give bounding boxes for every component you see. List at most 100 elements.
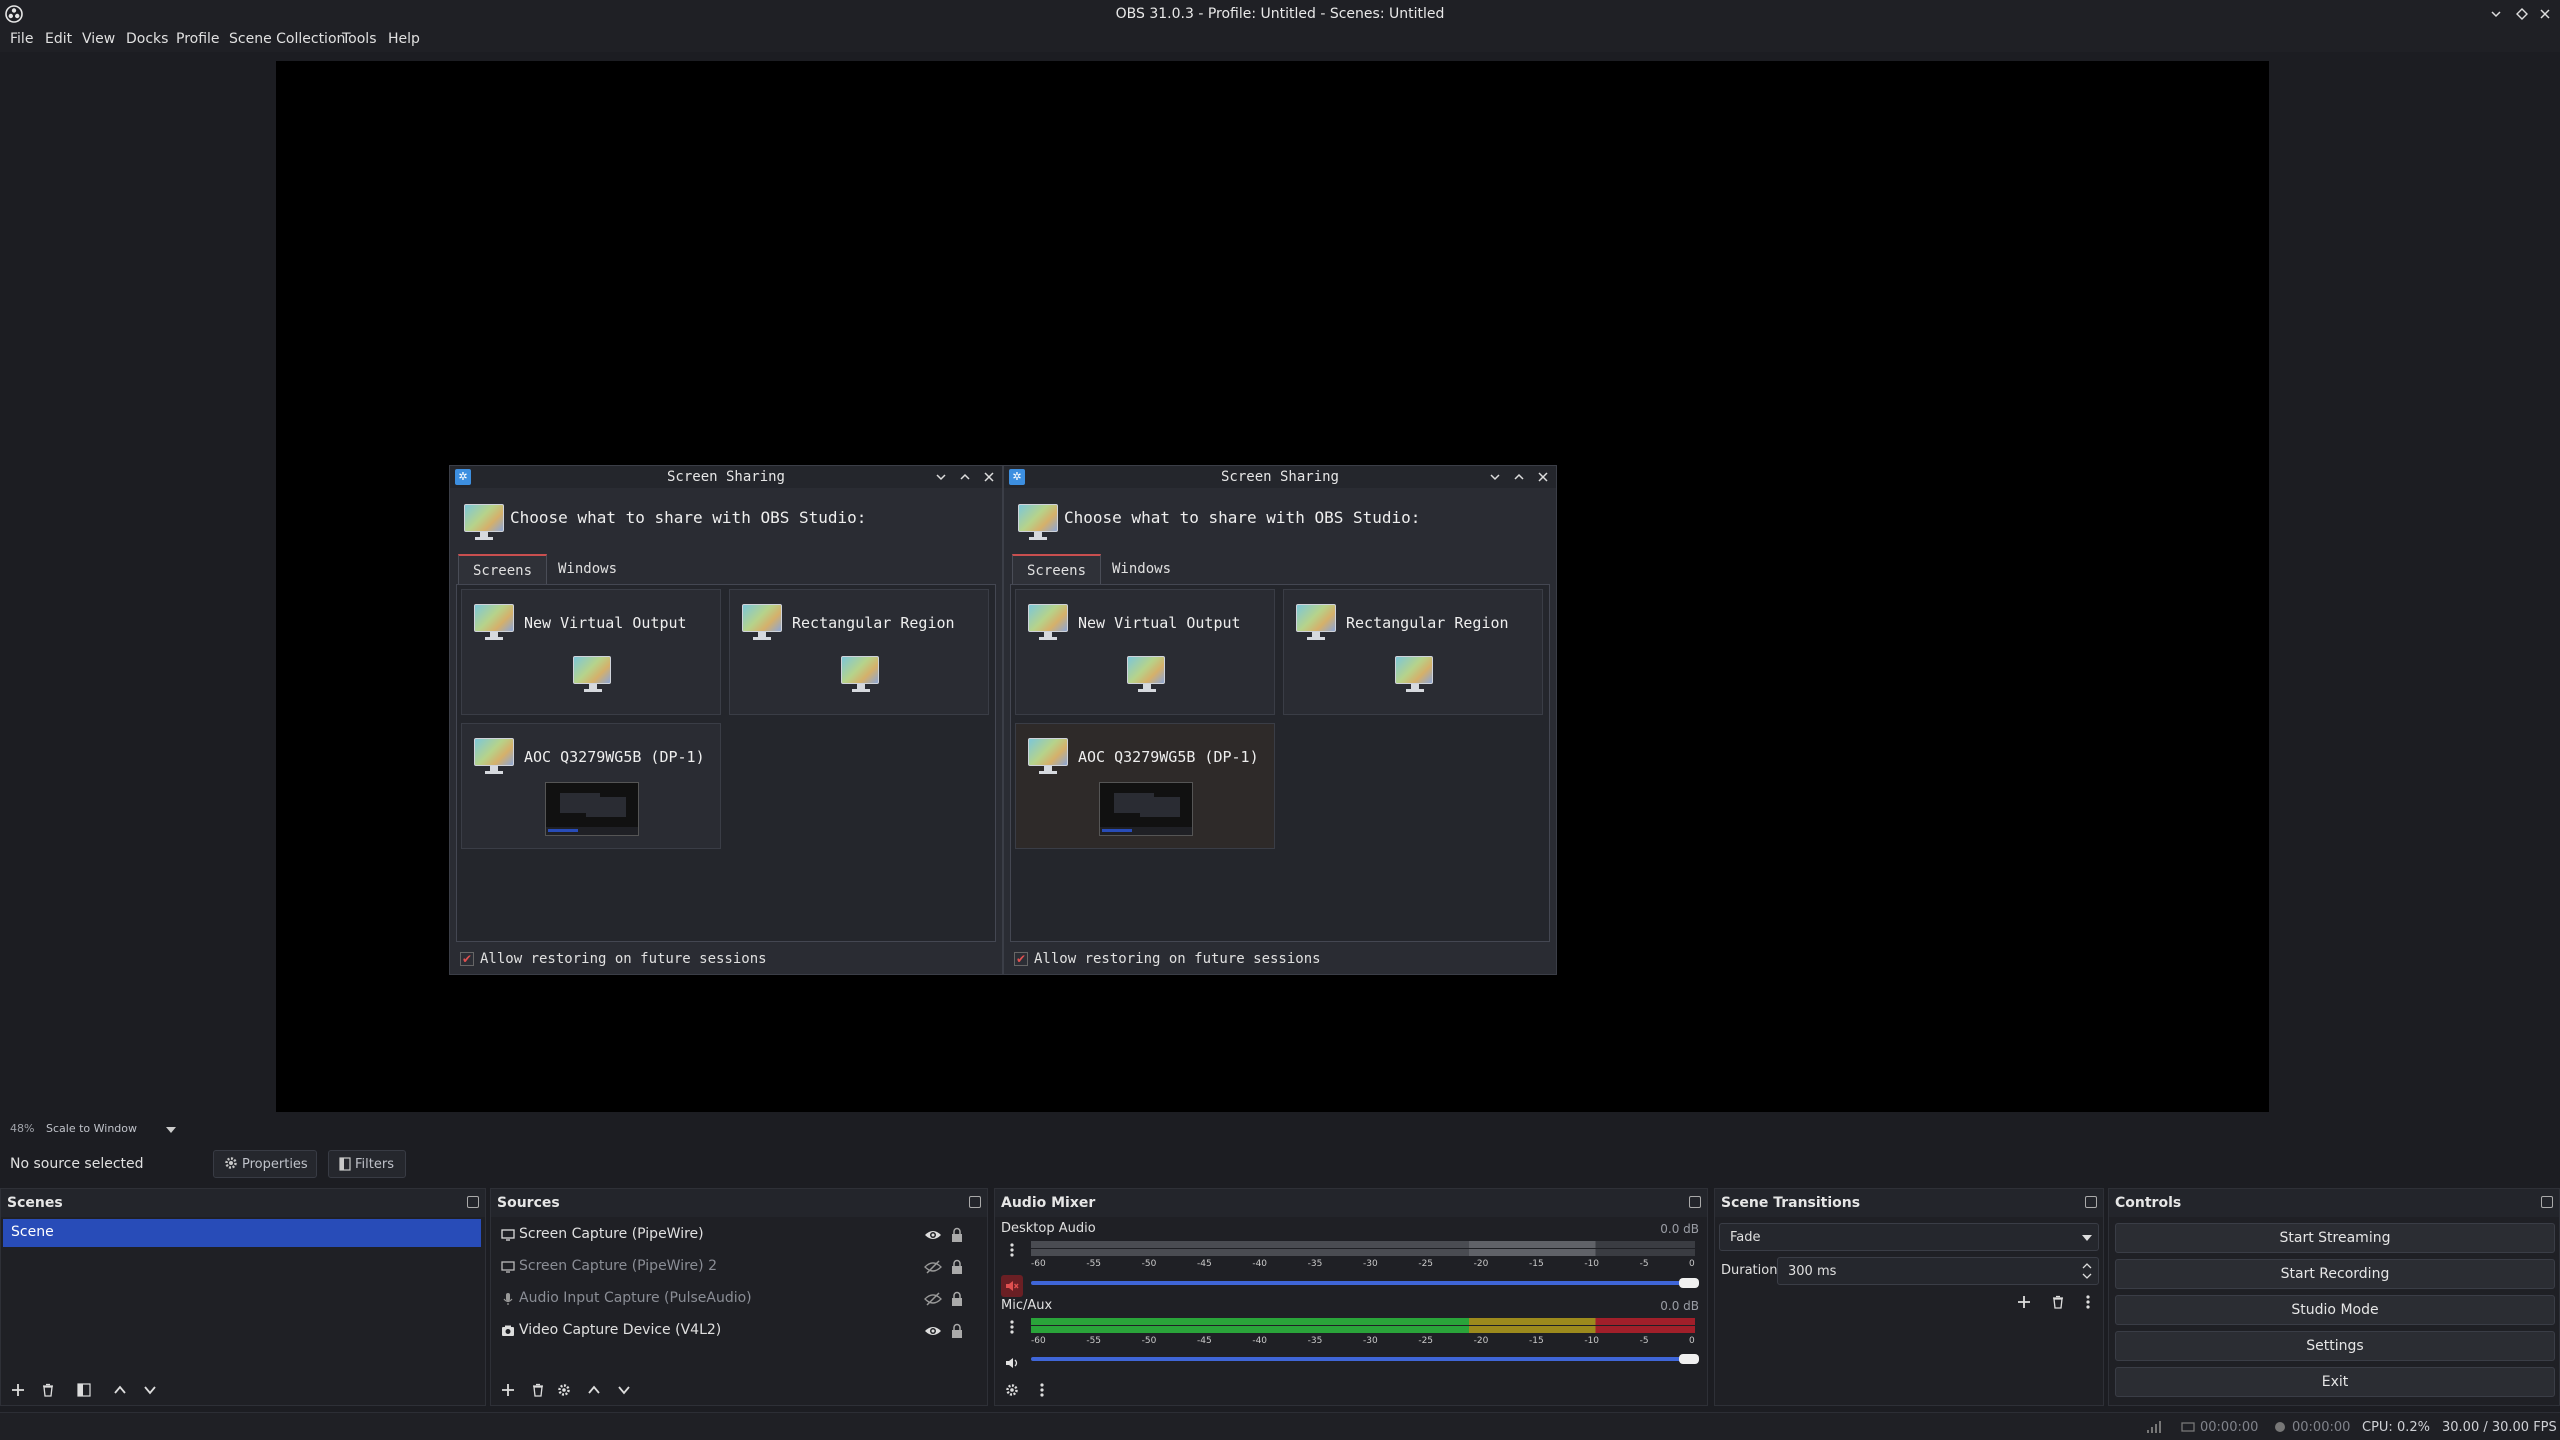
monitor-icon	[464, 504, 504, 540]
menu-tools[interactable]: Tools	[342, 31, 377, 47]
dock-header: Controls	[2109, 1189, 2559, 1217]
allow-restore-checkbox[interactable]: ✔	[460, 952, 474, 966]
volume-slider-handle[interactable]	[1679, 1278, 1699, 1288]
maximize-button[interactable]	[2512, 4, 2532, 24]
monitor-icon	[501, 1260, 515, 1274]
share-option-label: Rectangular Region	[792, 614, 955, 632]
lock-icon[interactable]	[950, 1259, 964, 1275]
channel-menu-button[interactable]	[1001, 1316, 1023, 1338]
tab-screens[interactable]: Screens	[1012, 554, 1102, 584]
tab-screens[interactable]: Screens	[458, 554, 548, 584]
close-icon[interactable]	[1534, 468, 1552, 486]
allow-restore-checkbox[interactable]: ✔	[1014, 952, 1028, 966]
menu-docks[interactable]: Docks	[126, 31, 168, 47]
transition-menu-icon[interactable]	[2079, 1293, 2097, 1311]
menu-scene-collection[interactable]: Scene Collection	[229, 31, 345, 47]
menu-view[interactable]: View	[82, 31, 115, 47]
studio-mode-button[interactable]: Studio Mode	[2115, 1295, 2555, 1325]
source-name: Screen Capture (PipeWire)	[519, 1226, 704, 1242]
source-item[interactable]: Video Capture Device (V4L2)	[495, 1316, 975, 1346]
share-option-new-virtual-output[interactable]: New Virtual Output	[1015, 589, 1275, 715]
chevron-down-icon[interactable]	[166, 1127, 176, 1133]
source-name: Video Capture Device (V4L2)	[519, 1322, 722, 1338]
settings-button[interactable]: Settings	[2115, 1331, 2555, 1361]
remove-transition-button[interactable]	[2049, 1293, 2067, 1311]
tab-windows[interactable]: Windows	[544, 554, 631, 584]
share-options-list: New Virtual Output Rectangular Region AO…	[456, 584, 996, 942]
move-scene-up-button[interactable]	[111, 1381, 129, 1399]
minimize-icon[interactable]	[932, 468, 950, 486]
mixer-menu-icon[interactable]	[1033, 1381, 1051, 1399]
close-icon[interactable]	[980, 468, 998, 486]
share-option-rectangular-region[interactable]: Rectangular Region	[729, 589, 989, 715]
dock-float-icon[interactable]	[969, 1196, 981, 1208]
share-option-label: Rectangular Region	[1346, 614, 1509, 632]
scene-filters-button[interactable]	[75, 1381, 93, 1399]
source-name: Screen Capture (PipeWire) 2	[519, 1258, 717, 1274]
share-option-label: New Virtual Output	[524, 614, 687, 632]
share-option-label: New Virtual Output	[1078, 614, 1241, 632]
volume-slider[interactable]	[1031, 1357, 1695, 1361]
minimize-icon[interactable]	[1486, 468, 1504, 486]
monitor-icon	[474, 604, 514, 640]
transition-select[interactable]: Fade	[1719, 1223, 2099, 1251]
lock-icon[interactable]	[950, 1291, 964, 1307]
scale-mode-select[interactable]: Scale to Window	[46, 1122, 137, 1135]
meter-tick-label: 0	[1689, 1259, 1695, 1269]
remove-scene-button[interactable]	[39, 1381, 57, 1399]
dock-float-icon[interactable]	[2541, 1196, 2553, 1208]
start-streaming-button[interactable]: Start Streaming	[2115, 1223, 2555, 1253]
menu-profile[interactable]: Profile	[176, 31, 220, 47]
minimize-button[interactable]	[2486, 4, 2506, 24]
source-item[interactable]: Screen Capture (PipeWire)	[495, 1220, 975, 1250]
lock-icon[interactable]	[950, 1227, 964, 1243]
scene-list-item[interactable]: Scene	[3, 1219, 481, 1247]
share-option-rectangular-region[interactable]: Rectangular Region	[1283, 589, 1543, 715]
gear-icon	[224, 1156, 238, 1170]
meter-fill	[1031, 1318, 1695, 1325]
menu-file[interactable]: File	[10, 31, 33, 47]
source-item[interactable]: Screen Capture (PipeWire) 2	[495, 1252, 975, 1282]
move-source-up-button[interactable]	[585, 1381, 603, 1399]
dock-float-icon[interactable]	[467, 1196, 479, 1208]
menu-edit[interactable]: Edit	[45, 31, 72, 47]
spinner-icon[interactable]	[2082, 1261, 2092, 1281]
source-item[interactable]: Audio Input Capture (PulseAudio)	[495, 1284, 975, 1314]
volume-slider-handle[interactable]	[1679, 1354, 1699, 1364]
lock-icon[interactable]	[950, 1323, 964, 1339]
menu-help[interactable]: Help	[388, 31, 420, 47]
start-recording-button[interactable]: Start Recording	[2115, 1259, 2555, 1289]
move-source-down-button[interactable]	[615, 1381, 633, 1399]
dock-float-icon[interactable]	[1689, 1196, 1701, 1208]
properties-button[interactable]: Properties	[213, 1150, 317, 1178]
volume-slider[interactable]	[1031, 1281, 1695, 1285]
visibility-hidden-icon[interactable]	[924, 1259, 942, 1275]
advanced-audio-gear-icon[interactable]	[1003, 1381, 1021, 1399]
maximize-icon[interactable]	[1510, 468, 1528, 486]
share-option-aoc-monitor[interactable]: AOC Q3279WG5B (DP-1)	[461, 723, 721, 849]
add-transition-button[interactable]	[2015, 1293, 2033, 1311]
share-option-aoc-monitor[interactable]: AOC Q3279WG5B (DP-1)	[1015, 723, 1275, 849]
visibility-hidden-icon[interactable]	[924, 1291, 942, 1307]
properties-label: Properties	[242, 1157, 308, 1172]
transition-value: Fade	[1730, 1230, 1761, 1245]
share-option-new-virtual-output[interactable]: New Virtual Output	[461, 589, 721, 715]
duration-field[interactable]: 300 ms	[1777, 1257, 2099, 1285]
dock-float-icon[interactable]	[2085, 1196, 2097, 1208]
close-window-button[interactable]	[2535, 4, 2555, 24]
maximize-icon[interactable]	[956, 468, 974, 486]
filters-button[interactable]: Filters	[328, 1150, 406, 1178]
visibility-eye-icon[interactable]	[924, 1323, 942, 1339]
add-scene-button[interactable]	[9, 1381, 27, 1399]
move-scene-down-button[interactable]	[141, 1381, 159, 1399]
exit-button[interactable]: Exit	[2115, 1367, 2555, 1397]
speaker-muted-icon[interactable]	[1001, 1275, 1023, 1297]
add-source-button[interactable]	[499, 1381, 517, 1399]
speaker-icon[interactable]	[1001, 1352, 1023, 1374]
source-properties-gear-icon[interactable]	[555, 1381, 573, 1399]
channel-db: 0.0 dB	[1660, 1299, 1699, 1313]
tab-windows[interactable]: Windows	[1098, 554, 1185, 584]
visibility-eye-icon[interactable]	[924, 1227, 942, 1243]
remove-source-button[interactable]	[529, 1381, 547, 1399]
channel-menu-button[interactable]	[1001, 1239, 1023, 1261]
